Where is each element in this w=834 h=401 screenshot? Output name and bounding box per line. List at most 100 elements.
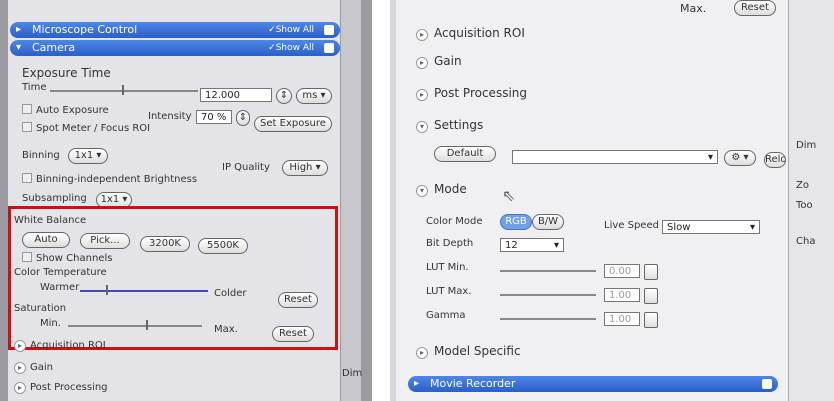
saturation-slider[interactable] xyxy=(68,325,202,327)
show-channels-label: Show Channels xyxy=(36,253,113,264)
movie-recorder-header[interactable]: ▸ Movie Recorder xyxy=(408,376,778,392)
time-stepper[interactable]: ⇕ xyxy=(276,88,292,104)
lut-min-stepper[interactable] xyxy=(644,264,658,280)
collapse-icon: ▾ xyxy=(416,121,428,133)
mode-section[interactable]: ▾ Mode xyxy=(416,182,467,197)
set-exposure-button[interactable]: Set Exposure xyxy=(254,116,332,132)
microscope-control-header[interactable]: ▸ Microscope Control ✓Show All xyxy=(10,22,340,38)
bit-depth-label: Bit Depth xyxy=(426,238,474,249)
show-channels-checkbox[interactable]: Show Channels xyxy=(22,252,112,264)
side-label: Dim xyxy=(342,368,363,379)
settings-label: Settings xyxy=(434,118,484,132)
acquisition-roi-section[interactable]: ▸ Acquisition ROI xyxy=(416,26,525,41)
post-processing-section[interactable]: ▸ Post Processing xyxy=(14,382,108,394)
pin-icon[interactable] xyxy=(324,25,334,35)
gain-section[interactable]: ▸ Gain xyxy=(14,362,53,374)
rgb-toggle[interactable]: RGB xyxy=(500,214,532,230)
lut-min-slider[interactable] xyxy=(500,270,596,272)
spot-meter-checkbox[interactable]: Spot Meter / Focus ROI xyxy=(22,122,150,134)
binning-value: 1x1 xyxy=(74,150,94,161)
pin-icon[interactable] xyxy=(324,43,334,53)
auto-exposure-checkbox[interactable]: Auto Exposure xyxy=(22,104,109,116)
binning-select[interactable]: 1x1 ▾ xyxy=(68,148,108,164)
warmer-label: Warmer xyxy=(40,282,80,293)
binning-independent-checkbox[interactable]: Binning-independent Brightness xyxy=(22,173,197,185)
reload-button[interactable]: Reload xyxy=(764,152,786,168)
binning-label: Binning xyxy=(22,150,60,161)
checkbox-icon xyxy=(22,173,32,183)
chevron-down-icon: ▾ xyxy=(553,240,559,251)
microscope-control-label: Microscope Control xyxy=(32,23,138,36)
side-label-dim: Dim xyxy=(796,140,817,151)
color-temperature-handle[interactable] xyxy=(106,285,108,295)
lut-max-slider[interactable] xyxy=(500,294,596,296)
checkbox-icon xyxy=(22,104,32,114)
wb-3200k-button[interactable]: 3200K xyxy=(140,236,190,252)
lut-max-input[interactable]: 1.00 xyxy=(604,288,640,302)
time-input[interactable]: 12.000 xyxy=(200,88,272,102)
live-speed-select[interactable]: Slow ▾ xyxy=(662,220,760,234)
bw-toggle[interactable]: B/W xyxy=(532,214,564,230)
gamma-slider[interactable] xyxy=(500,318,596,320)
expand-icon: ▸ xyxy=(14,382,26,394)
lut-max-label: LUT Max. xyxy=(426,286,472,297)
exposure-title: Exposure Time xyxy=(22,66,111,80)
expand-icon: ▸ xyxy=(14,340,26,352)
post-processing-section[interactable]: ▸ Post Processing xyxy=(416,86,527,101)
wb-pick-button[interactable]: Pick... xyxy=(80,233,130,249)
model-specific-label: Model Specific xyxy=(434,344,521,358)
time-slider-handle[interactable] xyxy=(122,85,124,95)
checkbox-icon xyxy=(22,122,32,132)
bit-depth-value: 12 xyxy=(505,240,518,251)
color-temperature-slider[interactable] xyxy=(80,290,208,292)
model-specific-section[interactable]: ▸ Model Specific xyxy=(416,344,521,359)
saturation-handle[interactable] xyxy=(146,320,148,330)
saturation-reset-button[interactable]: Reset xyxy=(272,326,314,342)
expand-icon: ▸ xyxy=(416,57,428,69)
intensity-label: Intensity xyxy=(148,111,192,122)
show-all-toggle[interactable]: ✓Show All xyxy=(268,40,314,56)
time-unit-label: ms xyxy=(302,90,318,101)
intensity-stepper[interactable]: ⇕ xyxy=(236,110,250,126)
left-scroll-area[interactable] xyxy=(340,0,361,401)
default-button[interactable]: Default xyxy=(434,146,496,162)
color-temperature-title: Color Temperature xyxy=(14,267,107,278)
acquisition-roi-label: Acquisition ROI xyxy=(434,26,525,40)
acquisition-roi-section[interactable]: ▸ Acquisition ROI xyxy=(14,340,106,352)
collapse-icon: ▾ xyxy=(16,42,22,53)
expand-icon: ▸ xyxy=(16,24,22,35)
top-reset-button[interactable]: Reset xyxy=(734,0,776,16)
expand-icon: ▸ xyxy=(416,347,428,359)
saturation-title: Saturation xyxy=(14,303,67,314)
wb-5500k-button[interactable]: 5500K xyxy=(198,238,248,254)
checkbox-icon xyxy=(22,252,32,262)
post-processing-label: Post Processing xyxy=(30,382,108,393)
lut-min-input[interactable]: 0.00 xyxy=(604,264,640,278)
live-speed-value: Slow xyxy=(667,222,691,233)
ip-quality-value: High xyxy=(289,162,313,173)
time-label: Time xyxy=(22,82,47,93)
bit-depth-select[interactable]: 12 ▾ xyxy=(500,238,564,252)
pin-icon[interactable] xyxy=(762,379,772,389)
time-unit-select[interactable]: ms ▾ xyxy=(296,88,332,104)
settings-section[interactable]: ▾ Settings xyxy=(416,118,483,133)
gain-section[interactable]: ▸ Gain xyxy=(416,54,462,69)
gamma-stepper[interactable] xyxy=(644,312,658,328)
chevron-down-icon: ▾ xyxy=(749,222,755,233)
mode-label: Mode xyxy=(434,182,467,196)
ip-quality-select[interactable]: High ▾ xyxy=(282,160,328,176)
show-all-toggle[interactable]: ✓Show All xyxy=(268,22,314,38)
color-temperature-reset-button[interactable]: Reset xyxy=(278,292,318,308)
lut-max-stepper[interactable] xyxy=(644,288,658,304)
gear-menu-button[interactable]: ⚙ ▾ xyxy=(724,150,756,166)
camera-header[interactable]: ▾ Camera ✓Show All xyxy=(10,40,340,56)
intensity-input[interactable]: 70 % xyxy=(196,110,232,124)
expand-icon: ▸ xyxy=(416,89,428,101)
gamma-input[interactable]: 1.00 xyxy=(604,312,640,326)
gain-label: Gain xyxy=(30,362,53,373)
side-label-zoom: Zo xyxy=(796,180,809,191)
wb-auto-button[interactable]: Auto xyxy=(22,232,70,248)
time-slider[interactable] xyxy=(50,90,198,92)
camera-label: Camera xyxy=(32,41,76,54)
settings-select[interactable]: ▾ xyxy=(512,150,718,164)
